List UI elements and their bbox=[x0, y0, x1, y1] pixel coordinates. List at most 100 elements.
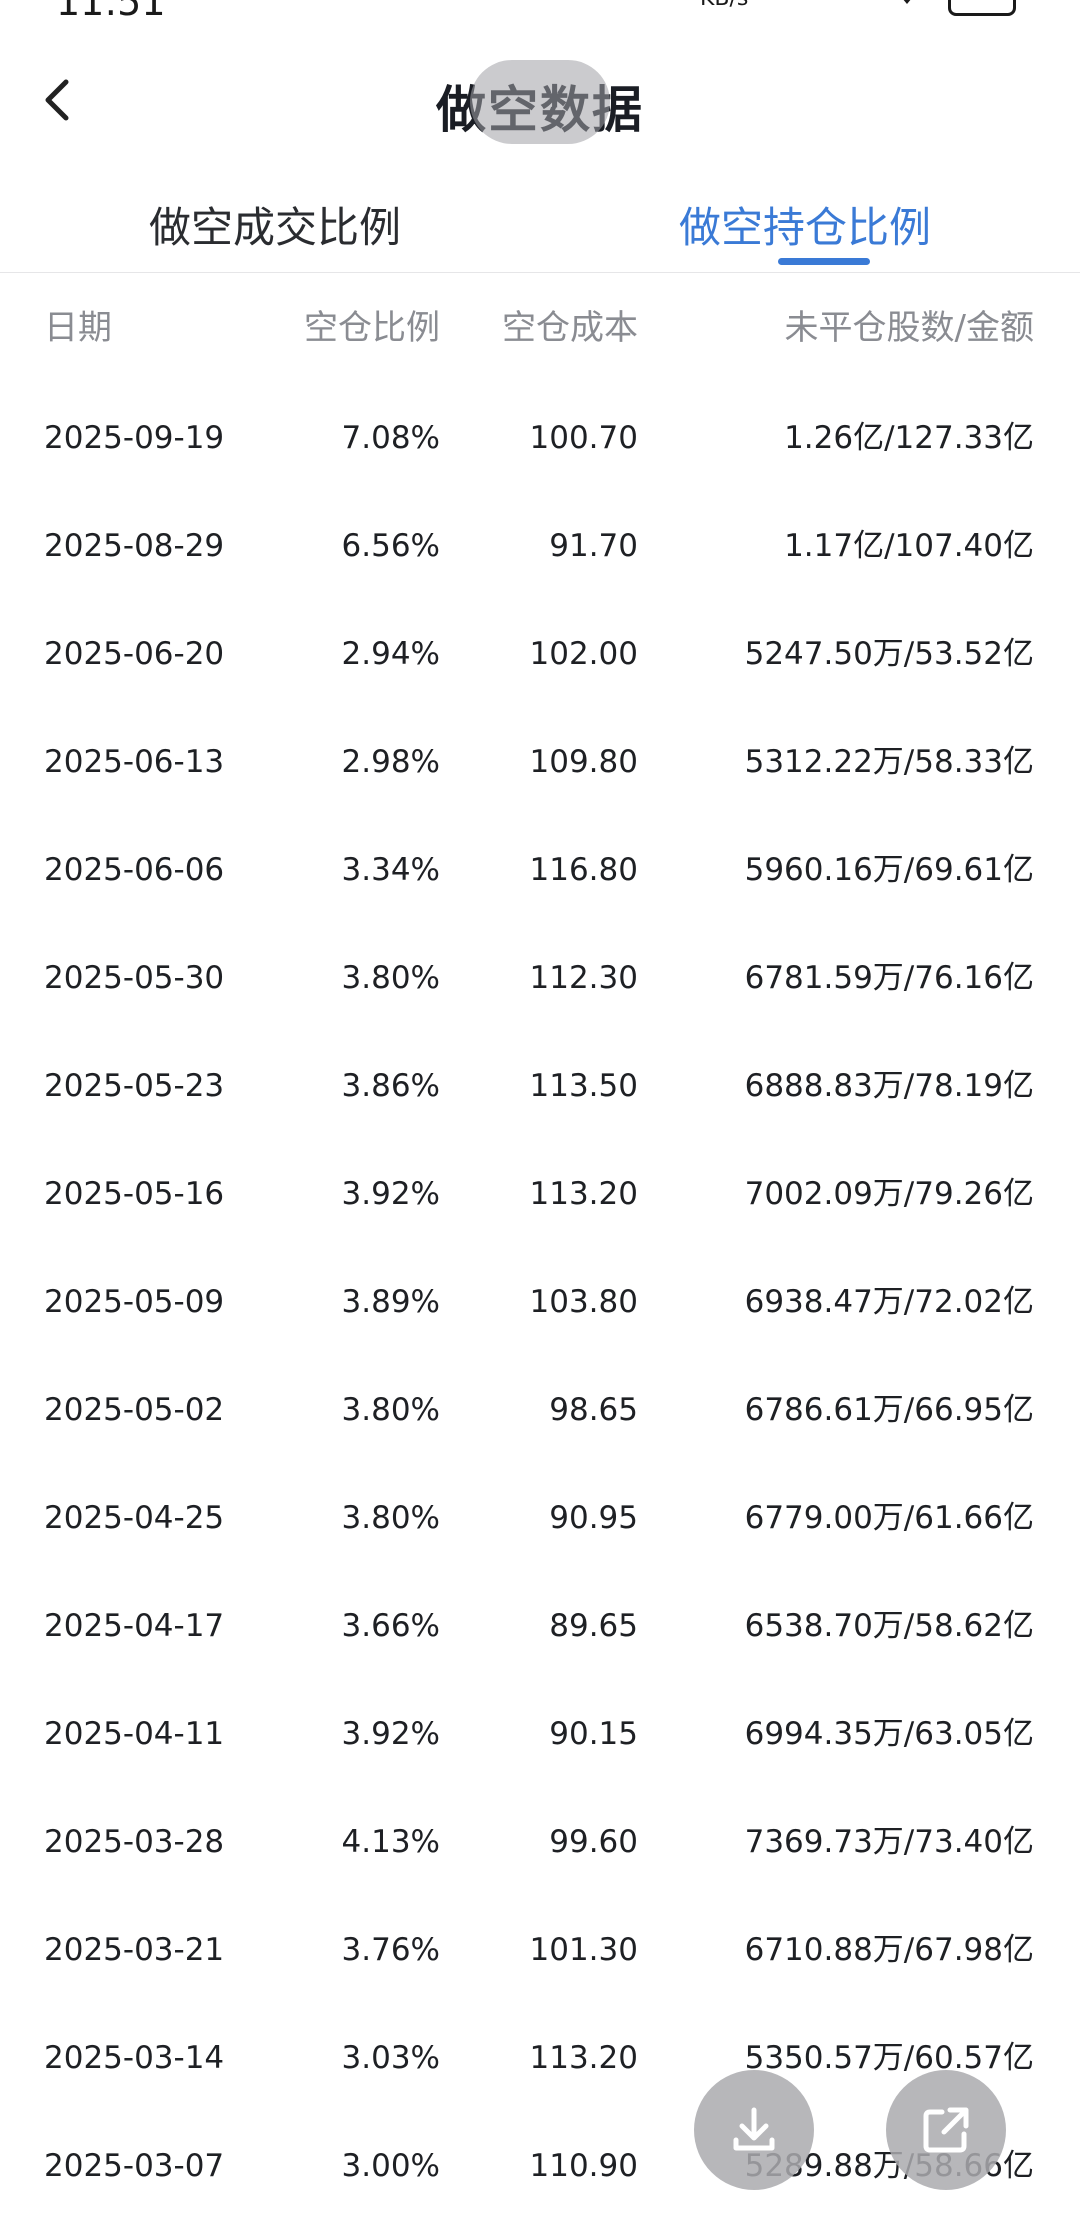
cell-date: 2025-03-07 bbox=[44, 2148, 225, 2184]
table-row[interactable]: 2025-05-02 3.80% 98.65 6786.61万/66.95亿 bbox=[0, 1372, 1080, 1480]
header: 做空数据 bbox=[0, 30, 1080, 180]
cell-short-cost: 116.80 bbox=[529, 852, 638, 888]
cell-short-cost: 100.70 bbox=[529, 420, 638, 456]
cell-open-shares-amount: 6710.88万/67.98亿 bbox=[744, 1932, 1034, 1968]
tab-short-interest-ratio[interactable]: 做空持仓比例 bbox=[535, 194, 1075, 255]
wifi-icon bbox=[903, 0, 911, 4]
cell-date: 2025-06-13 bbox=[44, 744, 225, 780]
cell-date: 2025-03-21 bbox=[44, 1932, 225, 1968]
cell-date: 2025-05-09 bbox=[44, 1284, 225, 1320]
signal-icon-2 bbox=[832, 0, 864, 10]
cell-short-ratio: 3.86% bbox=[341, 1068, 440, 1104]
table-row[interactable]: 2025-06-06 3.34% 116.80 5960.16万/69.61亿 bbox=[0, 832, 1080, 940]
cell-short-cost: 113.20 bbox=[529, 2040, 638, 2076]
table-row[interactable]: 2025-04-25 3.80% 90.95 6779.00万/61.66亿 bbox=[0, 1480, 1080, 1588]
cell-short-cost: 109.80 bbox=[529, 744, 638, 780]
table-row[interactable]: 2025-05-30 3.80% 112.30 6781.59万/76.16亿 bbox=[0, 940, 1080, 1048]
column-header-short-ratio[interactable]: 空仓比例 bbox=[304, 300, 440, 349]
table-row[interactable]: 2025-05-09 3.89% 103.80 6938.47万/72.02亿 bbox=[0, 1264, 1080, 1372]
cell-short-ratio: 3.80% bbox=[341, 1500, 440, 1536]
cell-short-ratio: 2.98% bbox=[341, 744, 440, 780]
cell-short-ratio: 3.03% bbox=[341, 2040, 440, 2076]
table-row[interactable]: 2025-04-17 3.66% 89.65 6538.70万/58.62亿 bbox=[0, 1588, 1080, 1696]
cell-date: 2025-04-25 bbox=[44, 1500, 225, 1536]
download-button[interactable] bbox=[694, 2070, 814, 2190]
cell-date: 2025-06-20 bbox=[44, 636, 225, 672]
status-bar: 11:51 KB/s bbox=[0, 0, 1080, 30]
column-header-short-cost[interactable]: 空仓成本 bbox=[502, 300, 638, 349]
cell-short-cost: 103.80 bbox=[529, 1284, 638, 1320]
cell-short-ratio: 2.94% bbox=[341, 636, 440, 672]
cell-short-ratio: 3.76% bbox=[341, 1932, 440, 1968]
cell-short-cost: 113.50 bbox=[529, 1068, 638, 1104]
cell-date: 2025-05-30 bbox=[44, 960, 225, 996]
cell-open-shares-amount: 6781.59万/76.16亿 bbox=[744, 960, 1034, 996]
cell-short-ratio: 3.66% bbox=[341, 1608, 440, 1644]
cell-date: 2025-06-06 bbox=[44, 852, 225, 888]
cell-open-shares-amount: 5960.16万/69.61亿 bbox=[744, 852, 1034, 888]
cell-short-ratio: 3.89% bbox=[341, 1284, 440, 1320]
table-row[interactable]: 2025-05-16 3.92% 113.20 7002.09万/79.26亿 bbox=[0, 1156, 1080, 1264]
cell-open-shares-amount: 6994.35万/63.05亿 bbox=[744, 1716, 1034, 1752]
cell-short-ratio: 3.80% bbox=[341, 1392, 440, 1428]
cell-short-ratio: 3.80% bbox=[341, 960, 440, 996]
cell-short-ratio: 3.92% bbox=[341, 1716, 440, 1752]
cell-short-cost: 112.30 bbox=[529, 960, 638, 996]
column-header-open-shares-amount[interactable]: 未平仓股数/金额 bbox=[785, 300, 1034, 349]
cell-date: 2025-08-29 bbox=[44, 528, 225, 564]
cell-open-shares-amount: 6779.00万/61.66亿 bbox=[744, 1500, 1034, 1536]
cell-date: 2025-04-11 bbox=[44, 1716, 225, 1752]
status-time: 11:51 bbox=[56, 0, 166, 24]
cell-short-cost: 102.00 bbox=[529, 636, 638, 672]
cell-date: 2025-04-17 bbox=[44, 1608, 225, 1644]
cell-short-cost: 101.30 bbox=[529, 1932, 638, 1968]
cell-open-shares-amount: 6938.47万/72.02亿 bbox=[744, 1284, 1034, 1320]
cell-short-ratio: 3.92% bbox=[341, 1176, 440, 1212]
table-row[interactable]: 2025-09-19 7.08% 100.70 1.26亿/127.33亿 bbox=[0, 400, 1080, 508]
share-icon bbox=[923, 2107, 969, 2153]
cell-date: 2025-03-14 bbox=[44, 2040, 225, 2076]
cell-short-ratio: 4.13% bbox=[341, 1824, 440, 1860]
cell-open-shares-amount: 1.17亿/107.40亿 bbox=[784, 528, 1034, 564]
download-icon bbox=[733, 2107, 775, 2151]
table-row[interactable]: 2025-03-28 4.13% 99.60 7369.73万/73.40亿 bbox=[0, 1804, 1080, 1912]
table-row[interactable]: 2025-08-29 6.56% 91.70 1.17亿/107.40亿 bbox=[0, 508, 1080, 616]
cell-short-ratio: 7.08% bbox=[341, 420, 440, 456]
tab-bar: 做空成交比例 做空持仓比例 bbox=[0, 180, 1080, 273]
column-header-date[interactable]: 日期 bbox=[44, 300, 112, 349]
cell-short-cost: 89.65 bbox=[549, 1608, 638, 1644]
cell-short-cost: 98.65 bbox=[549, 1392, 638, 1428]
cell-short-cost: 110.90 bbox=[529, 2148, 638, 2184]
active-tab-indicator bbox=[778, 258, 870, 265]
cell-date: 2025-03-28 bbox=[44, 1824, 225, 1860]
tab-short-volume-ratio[interactable]: 做空成交比例 bbox=[5, 194, 545, 255]
cell-open-shares-amount: 5247.50万/53.52亿 bbox=[744, 636, 1034, 672]
cell-short-ratio: 3.34% bbox=[341, 852, 440, 888]
cell-open-shares-amount: 6786.61万/66.95亿 bbox=[744, 1392, 1034, 1428]
table-row[interactable]: 2025-06-20 2.94% 102.00 5247.50万/53.52亿 bbox=[0, 616, 1080, 724]
cell-short-cost: 99.60 bbox=[549, 1824, 638, 1860]
table-body: 2025-09-19 7.08% 100.70 1.26亿/127.33亿 2025-… bbox=[0, 400, 1080, 2236]
cell-date: 2025-05-23 bbox=[44, 1068, 225, 1104]
cell-open-shares-amount: 6538.70万/58.62亿 bbox=[744, 1608, 1034, 1644]
cell-date: 2025-05-02 bbox=[44, 1392, 225, 1428]
cell-short-ratio: 3.00% bbox=[341, 2148, 440, 2184]
table-header: 日期 空仓比例 空仓成本 未平仓股数/金额 bbox=[0, 300, 1080, 360]
cell-date: 2025-05-16 bbox=[44, 1176, 225, 1212]
table-row[interactable]: 2025-06-13 2.98% 109.80 5312.22万/58.33亿 bbox=[0, 724, 1080, 832]
cell-open-shares-amount: 1.26亿/127.33亿 bbox=[784, 420, 1034, 456]
share-button[interactable] bbox=[886, 2070, 1006, 2190]
cell-short-cost: 90.15 bbox=[549, 1716, 638, 1752]
table-row[interactable]: 2025-05-23 3.86% 113.50 6888.83万/78.19亿 bbox=[0, 1048, 1080, 1156]
cell-open-shares-amount: 7369.73万/73.40亿 bbox=[744, 1824, 1034, 1860]
dynamic-island-pill bbox=[470, 60, 610, 144]
table-row[interactable]: 2025-04-11 3.92% 90.15 6994.35万/63.05亿 bbox=[0, 1696, 1080, 1804]
cell-open-shares-amount: 6888.83万/78.19亿 bbox=[744, 1068, 1034, 1104]
cell-short-cost: 113.20 bbox=[529, 1176, 638, 1212]
table-row[interactable]: 2025-03-21 3.76% 101.30 6710.88万/67.98亿 bbox=[0, 1912, 1080, 2020]
cell-short-cost: 90.95 bbox=[549, 1500, 638, 1536]
network-speed: KB/s bbox=[700, 0, 748, 11]
cell-short-ratio: 6.56% bbox=[341, 528, 440, 564]
signal-icon bbox=[768, 0, 800, 10]
cell-open-shares-amount: 7002.09万/79.26亿 bbox=[744, 1176, 1034, 1212]
